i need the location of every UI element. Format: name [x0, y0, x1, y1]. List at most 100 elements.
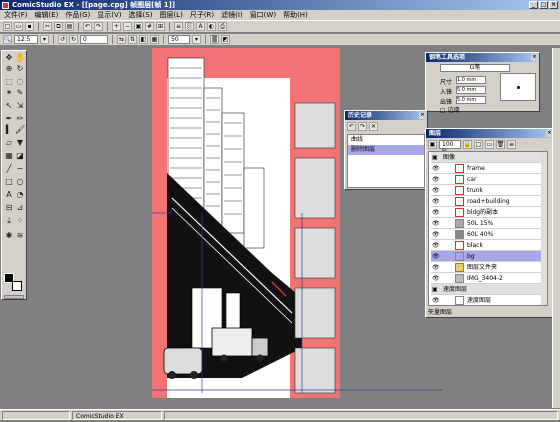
display-icon[interactable]: ◩ — [221, 35, 230, 44]
history-redo-icon[interactable]: ↷ — [358, 122, 367, 131]
magic-wand-icon[interactable]: ✶ — [4, 88, 14, 98]
new-file-icon[interactable]: □ — [3, 22, 12, 31]
marquee-icon[interactable]: ⬚ — [4, 77, 14, 87]
layer-move-icon[interactable]: ⇲ — [15, 101, 25, 111]
layer-item-road-building[interactable]: 👁 road+building — [431, 196, 547, 207]
layers-scrollbar[interactable] — [541, 152, 547, 305]
ellipse-icon[interactable]: ○ — [15, 177, 25, 187]
layer-new-icon[interactable]: □ — [474, 140, 483, 149]
preview-icon[interactable]: ◧ — [139, 35, 148, 44]
pen-icon[interactable]: ✒ — [4, 114, 14, 124]
minimize-button[interactable]: _ — [529, 1, 538, 9]
text-icon[interactable]: A — [196, 22, 205, 31]
exit-field[interactable]: 5.0 mm — [456, 96, 486, 104]
layer-item-trunk[interactable]: 👁 trunk — [431, 185, 547, 196]
layer-folder-icon[interactable]: ▭ — [485, 140, 494, 149]
ruler-icon[interactable]: ⊞ — [156, 22, 165, 31]
layer-item-bg[interactable]: 👁 bg — [431, 251, 547, 262]
tone-tool-icon[interactable]: ⁘ — [15, 216, 25, 226]
menu-edit[interactable]: 编辑(E) — [35, 10, 59, 20]
layer-delete-icon[interactable]: 🗑 — [496, 140, 505, 149]
transparent-color[interactable] — [4, 295, 24, 299]
menu-file[interactable]: 文件(F) — [4, 10, 28, 20]
flip-h-icon[interactable]: ⇆ — [117, 35, 126, 44]
brush-icon[interactable]: 🖌 — [15, 125, 25, 135]
layer-item-img[interactable]: 👁 IMG_3404-2 — [431, 273, 547, 284]
flip-v-icon[interactable]: ⇅ — [128, 35, 137, 44]
move-icon[interactable]: ✥ — [4, 53, 14, 63]
pattern-icon[interactable]: ▦ — [4, 151, 14, 161]
frame-tool-icon[interactable]: ⊟ — [4, 203, 14, 213]
print-icon[interactable]: ⎙ — [218, 22, 227, 31]
panel-close-icon[interactable]: × — [531, 54, 538, 61]
pencil-icon[interactable]: ✏ — [15, 114, 25, 124]
entry-field[interactable]: 5.0 mm — [456, 86, 486, 94]
layer-item-folder[interactable]: 👁 图层文件夹 — [431, 262, 547, 273]
filter-icon[interactable]: ◐ — [207, 22, 216, 31]
grid-toggle-icon[interactable]: ▦ — [150, 35, 159, 44]
hand-icon[interactable]: ✋ — [15, 53, 25, 63]
grid-icon[interactable]: # — [145, 22, 154, 31]
text-tool-icon[interactable]: A — [4, 190, 14, 200]
object-select-icon[interactable]: ↖ — [4, 101, 14, 111]
entry-label[interactable]: 入锋 — [440, 87, 452, 96]
curve-icon[interactable]: ∽ — [15, 164, 25, 174]
marker-icon[interactable]: ▍ — [4, 125, 14, 135]
line-icon[interactable]: ╱ — [4, 164, 14, 174]
layer-item-car[interactable]: 👁 car — [431, 174, 547, 185]
layer-props-icon[interactable]: ≡ — [507, 140, 516, 149]
menu-filter[interactable]: 滤镜(I) — [221, 10, 243, 20]
balloon-icon[interactable]: ◔ — [15, 190, 25, 200]
layer-mode-icon[interactable]: ▣ — [428, 140, 437, 149]
history-item-curve[interactable]: 曲线 — [348, 135, 424, 145]
fill-icon[interactable]: ▼ — [15, 138, 25, 148]
zoom-field[interactable]: 12.5 — [14, 35, 38, 44]
zoom-out-icon[interactable]: − — [123, 22, 132, 31]
canvas-vertical-scrollbar[interactable] — [552, 48, 560, 408]
history-item-delete-layer[interactable]: 删除图层 — [348, 145, 424, 155]
layer-item-frame[interactable]: 👁 frame — [431, 163, 547, 174]
redo-icon[interactable]: ↷ — [94, 22, 103, 31]
ruler-tool-icon[interactable]: ⊿ — [15, 203, 25, 213]
layer-group-image[interactable]: ▣ 图像 — [431, 152, 547, 163]
pen-select[interactable]: G笔 — [440, 64, 510, 72]
menu-ruler[interactable]: 尺子(R) — [190, 10, 214, 20]
menu-work[interactable]: 作品(G) — [65, 10, 90, 20]
opacity-field[interactable]: 50 — [168, 35, 190, 44]
history-close-icon[interactable]: × — [419, 112, 426, 119]
zoom-tool-icon[interactable]: ⊕ — [4, 64, 14, 74]
opacity-dropdown-icon[interactable]: ▾ — [192, 35, 201, 44]
menu-help[interactable]: 帮助(H) — [283, 10, 308, 20]
size-field[interactable]: 1.0 mm — [456, 76, 486, 84]
undo-icon[interactable]: ↶ — [83, 22, 92, 31]
layer-item-bldg-copy[interactable]: 👁 bldg的副本 — [431, 207, 547, 218]
zoom-in-icon[interactable]: + — [112, 22, 121, 31]
effect-line-icon[interactable]: ✱ — [4, 231, 14, 241]
layer-icon[interactable]: ≡ — [174, 22, 183, 31]
menu-window[interactable]: 窗口(W) — [250, 10, 276, 20]
menu-view[interactable]: 显示(V) — [97, 10, 121, 20]
gradient-icon[interactable]: ◪ — [15, 151, 25, 161]
rectangle-icon[interactable]: □ — [4, 177, 14, 187]
open-icon[interactable]: ▭ — [14, 22, 23, 31]
cut-icon[interactable]: ✂ — [43, 22, 52, 31]
layer-group-speed[interactable]: ▣ 速度图层 — [431, 284, 547, 295]
menu-select[interactable]: 选择(S) — [129, 10, 153, 20]
eyedropper-icon[interactable]: ⤓ — [4, 216, 14, 226]
rotate-right-icon[interactable]: ↻ — [69, 35, 78, 44]
menu-layer[interactable]: 图层(L) — [159, 10, 182, 20]
layer-item-tone-60l[interactable]: 👁 60L 40% — [431, 229, 547, 240]
tone-area-icon[interactable]: ▒ — [210, 35, 219, 44]
eraser-icon[interactable]: ▱ — [4, 138, 14, 148]
save-icon[interactable]: ▪ — [25, 22, 34, 31]
lasso-icon[interactable]: ◌ — [15, 77, 25, 87]
angle-field[interactable]: 0 — [80, 35, 108, 44]
rotate-left-icon[interactable]: ↺ — [58, 35, 67, 44]
copy-icon[interactable]: ⧉ — [54, 22, 63, 31]
background-color[interactable] — [12, 281, 22, 291]
layer-item-tone-50l[interactable]: 👁 50L 15% — [431, 218, 547, 229]
fit-icon[interactable]: ▣ — [134, 22, 143, 31]
layer-opacity-field[interactable]: 100 % — [439, 140, 461, 155]
maximize-button[interactable]: □ — [539, 1, 548, 9]
history-undo-icon[interactable]: ↶ — [347, 122, 356, 131]
